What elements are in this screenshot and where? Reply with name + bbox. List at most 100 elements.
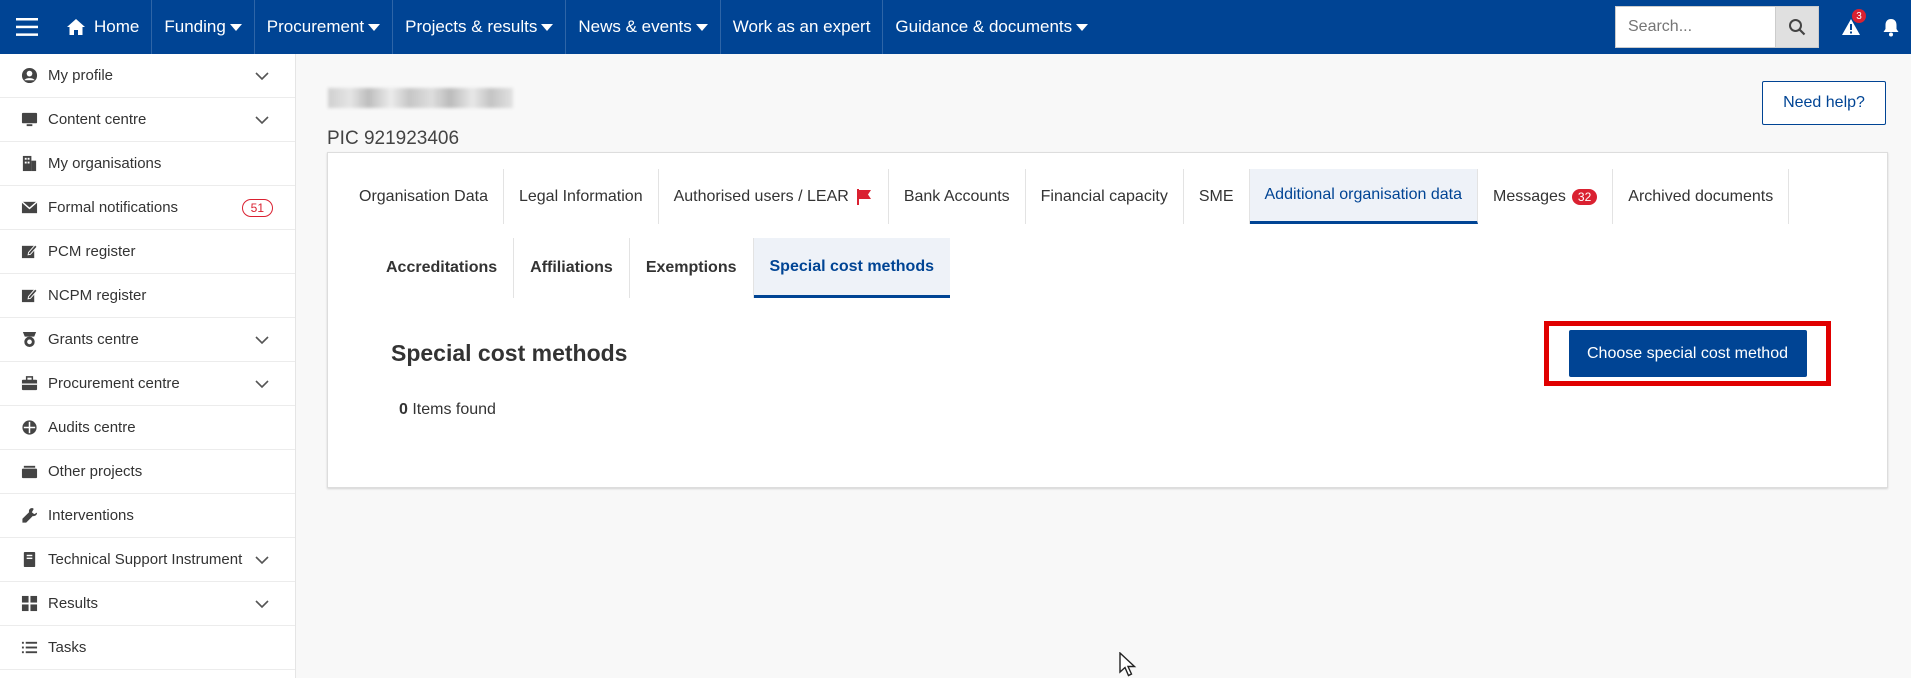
nav-procurement[interactable]: Procurement [255,0,394,54]
list-icon [20,639,38,657]
sidebar-item-content-centre[interactable]: Content centre [0,98,295,142]
sidebar-item-label: Audits centre [48,419,136,436]
chevron-down-icon[interactable] [255,597,269,611]
sidebar: My profile Content centre My organisatio… [0,54,296,678]
wrench-icon [20,507,38,525]
tab-organisation-data[interactable]: Organisation Data [344,169,504,224]
subtab-label: Accreditations [386,259,498,276]
pic-number: PIC 921923406 [327,128,460,149]
nav-funding[interactable]: Funding [152,0,255,54]
additional-data-subtabs: Accreditations Affiliations Exemptions S… [328,238,1887,298]
organisation-name-blurred [328,88,513,108]
tab-label: Legal Information [518,187,643,205]
envelope-icon [20,199,38,217]
search-input[interactable] [1615,6,1775,48]
sidebar-item-pcm-register[interactable]: PCM register [0,230,295,274]
subtab-exemptions[interactable]: Exemptions [630,238,754,298]
sidebar-item-formal-notifications[interactable]: Formal notifications 51 [0,186,295,230]
tab-sme[interactable]: SME [1184,169,1250,224]
search-button[interactable] [1775,6,1819,48]
sidebar-item-label: PCM register [48,243,136,260]
nav-expert-label: Work as an expert [732,17,871,36]
tab-archived-documents[interactable]: Archived documents [1613,169,1790,224]
sidebar-item-procurement-centre[interactable]: Procurement centre [0,362,295,406]
sidebar-item-audits-centre[interactable]: Audits centre [0,406,295,450]
subtab-label: Exemptions [645,259,737,276]
items-found-text: 0 Items found [399,401,496,419]
sidebar-item-tasks[interactable]: Tasks [0,626,295,670]
nav-right-tools: 3 [1615,0,1911,54]
grid-icon [20,595,38,613]
subtab-label: Affiliations [530,259,613,276]
nav-guidance-documents[interactable]: Guidance & documents [883,0,1100,54]
sidebar-item-label: Interventions [48,507,134,524]
sidebar-item-label: Content centre [48,111,147,128]
award-icon [20,331,38,349]
bell-icon [1883,18,1899,36]
subtab-affiliations[interactable]: Affiliations [514,238,630,298]
sidebar-item-other-projects[interactable]: Other projects [0,450,295,494]
menu-icon[interactable] [0,0,54,54]
section-title: Special cost methods [391,340,628,366]
sidebar-item-label: Grants centre [48,331,139,348]
subtab-special-cost-methods[interactable]: Special cost methods [753,238,950,298]
home-icon [67,19,85,35]
organisation-card: Organisation Data Legal Information Auth… [327,152,1888,488]
tab-label: Additional organisation data [1264,186,1462,203]
tab-label: Archived documents [1628,187,1774,205]
tab-bank-accounts[interactable]: Bank Accounts [889,169,1026,224]
sidebar-item-technical-support-instrument[interactable]: Technical Support Instrument [0,538,295,582]
flag-icon [856,188,871,205]
nav-guidance-label: Guidance & documents [895,17,1073,36]
nav-news-label: News & events [578,17,692,36]
highlight-frame: Choose special cost method [1544,321,1831,386]
subtab-accreditations[interactable]: Accreditations [370,238,515,298]
caret-down-icon [695,23,708,31]
nav-procurement-label: Procurement [266,17,365,36]
tab-financial-capacity[interactable]: Financial capacity [1026,169,1184,224]
sidebar-item-interventions[interactable]: Interventions [0,494,295,538]
nav-home[interactable]: Home [54,0,153,54]
sidebar-item-label: Procurement centre [48,375,180,392]
tab-label: Financial capacity [1040,187,1168,205]
chevron-down-icon[interactable] [255,553,269,567]
chevron-down-icon[interactable] [255,113,269,127]
chevron-down-icon[interactable] [255,333,269,347]
tab-label: Organisation Data [359,187,488,205]
nav-work-as-expert[interactable]: Work as an expert [721,0,884,54]
tab-additional-organisation-data[interactable]: Additional organisation data [1249,169,1478,224]
edit-icon [20,287,38,305]
tab-legal-information[interactable]: Legal Information [504,169,659,224]
sidebar-item-my-profile[interactable]: My profile [0,54,295,98]
search-box [1615,6,1819,48]
need-help-button[interactable]: Need help? [1762,81,1886,125]
alerts-count-badge: 3 [1852,9,1866,23]
search-icon [1789,19,1806,36]
crosshair-icon [20,419,38,437]
tab-label: Authorised users / LEAR [673,187,849,205]
edit-icon [20,243,38,261]
nav-projects-results[interactable]: Projects & results [393,0,567,54]
chevron-down-icon[interactable] [255,377,269,391]
sidebar-item-grants-centre[interactable]: Grants centre [0,318,295,362]
organisation-tabs: Organisation Data Legal Information Auth… [328,153,1887,224]
monitor-icon [20,111,38,129]
sidebar-item-my-organisations[interactable]: My organisations [0,142,295,186]
items-found-label: Items found [407,401,496,418]
tab-authorised-users-lear[interactable]: Authorised users / LEAR [659,169,889,224]
sidebar-item-ncpm-register[interactable]: NCPM register [0,274,295,318]
nav-projects-label: Projects & results [405,17,538,36]
sidebar-item-label: NCPM register [48,287,147,304]
sidebar-item-label: Formal notifications [48,199,179,216]
choose-special-cost-method-button[interactable]: Choose special cost method [1568,330,1807,377]
alerts-button[interactable]: 3 [1831,0,1871,54]
sidebar-item-label: Other projects [48,463,143,480]
sidebar-item-label: My profile [48,67,114,84]
items-count: 0 [399,401,408,418]
tab-messages[interactable]: Messages 32 [1478,169,1614,224]
sidebar-item-results[interactable]: Results [0,582,295,626]
chevron-down-icon[interactable] [255,69,269,83]
notifications-button[interactable] [1871,0,1911,54]
notifications-count-badge: 51 [241,198,273,217]
nav-news-events[interactable]: News & events [566,0,721,54]
